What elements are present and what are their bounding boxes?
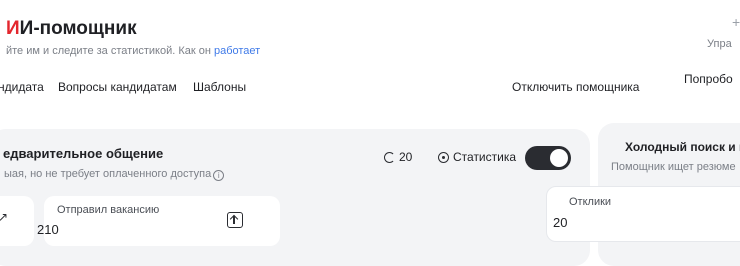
statistics-icon — [438, 151, 449, 163]
side-card-title: Холодный поиск и п — [625, 140, 740, 154]
card-title: едварительное общение — [3, 146, 164, 161]
card-description-text: ыая, но не требует оплаченного доступа — [4, 168, 212, 180]
upload-icon[interactable] — [227, 212, 243, 228]
page-title: ИИ-помощник — [6, 18, 137, 40]
progress-ring-icon — [384, 151, 395, 163]
statistics-label: Статистика — [453, 150, 517, 164]
statistics-link[interactable]: Статистика — [438, 150, 516, 164]
info-icon[interactable]: i — [213, 170, 225, 181]
page-subtitle: йте им и следите за статистикой. Как он … — [6, 45, 260, 57]
tab-candidate[interactable]: ндидата — [0, 80, 44, 94]
how-it-works-link[interactable]: работает — [214, 45, 260, 57]
stat-value: 210 — [37, 222, 59, 237]
chat-count: 20 — [384, 150, 412, 164]
tab-questions[interactable]: Вопросы кандидатам — [58, 80, 177, 94]
title-accent: И — [6, 18, 20, 39]
arrow-icon: ↗ — [0, 210, 9, 224]
tab-templates[interactable]: Шаблоны — [193, 80, 246, 94]
try-button[interactable]: Попробо — [684, 72, 733, 86]
card-description: ыая, но не требует оплаченного доступа i — [4, 168, 225, 181]
manage-link[interactable]: Упра — [707, 38, 732, 50]
responses-value: 20 — [553, 215, 568, 230]
stat-card-responses — [546, 186, 740, 242]
plus-icon[interactable]: + — [732, 14, 740, 30]
subtitle-text: йте им и следите за статистикой. Как он — [6, 45, 211, 57]
assistant-toggle[interactable] — [525, 146, 571, 170]
side-card-description: Помощник ищет резюме — [611, 161, 736, 173]
stat-label: Отправил вакансию — [57, 204, 160, 216]
toggle-knob — [550, 149, 568, 167]
responses-label: Отклики — [569, 196, 612, 208]
title-text: И-помощник — [19, 18, 137, 39]
chat-count-value: 20 — [399, 150, 413, 164]
disable-assistant-button[interactable]: Отключить помощника — [512, 80, 639, 94]
